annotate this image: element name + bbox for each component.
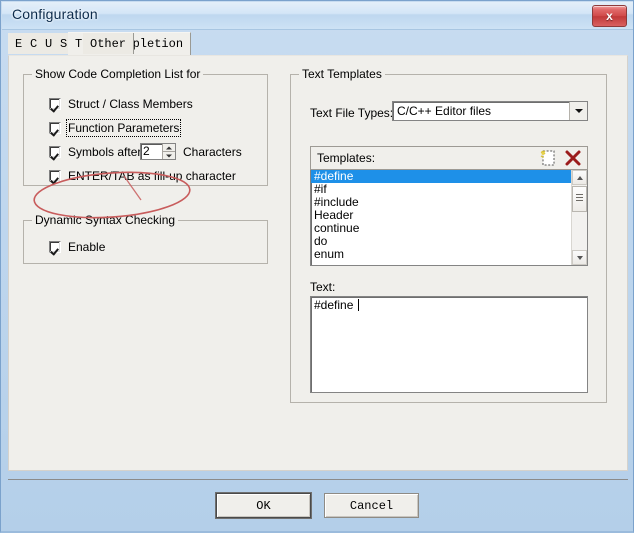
- new-template-icon[interactable]: [537, 148, 559, 168]
- tab-other[interactable]: Other: [83, 33, 134, 54]
- checkbox-struct-class-members[interactable]: Struct / Class Members: [49, 97, 193, 111]
- text-file-types-label: Text File Types:: [310, 106, 393, 120]
- templates-label: Templates:: [317, 151, 537, 165]
- text-caret: [358, 299, 359, 311]
- checkbox-box[interactable]: [49, 122, 61, 134]
- cancel-button[interactable]: Cancel: [324, 493, 419, 518]
- group-title: Show Code Completion List for: [32, 68, 203, 81]
- template-text-editor[interactable]: #define: [310, 296, 588, 393]
- combobox-value: C/C++ Editor files: [393, 104, 569, 118]
- spinner-suffix-label: Characters: [183, 145, 242, 159]
- list-item[interactable]: continue: [311, 222, 571, 235]
- group-title: Dynamic Syntax Checking: [32, 214, 178, 227]
- checkbox-label: Symbols after: [68, 145, 141, 159]
- tab-page-text-completion: Show Code Completion List for Struct / C…: [8, 55, 628, 471]
- group-text-templates: Text Templates Text File Types: C/C++ Ed…: [290, 68, 607, 403]
- text-label: Text:: [310, 280, 335, 294]
- checkbox-function-parameters[interactable]: Function Parameters: [49, 121, 179, 135]
- checkbox-label: Struct / Class Members: [68, 97, 193, 111]
- group-dynamic-syntax-checking: Dynamic Syntax Checking Enable: [23, 214, 268, 264]
- group-show-code-completion: Show Code Completion List for Struct / C…: [23, 68, 268, 186]
- spinner-value[interactable]: 2: [141, 144, 162, 159]
- checkbox-symbols-after[interactable]: Symbols after: [49, 145, 141, 159]
- text-file-types-combobox[interactable]: C/C++ Editor files: [392, 101, 588, 121]
- window-title: Configuration: [12, 6, 98, 22]
- checkbox-box[interactable]: [49, 98, 61, 110]
- checkbox-label: Enable: [68, 240, 105, 254]
- templates-scrollbar[interactable]: [571, 170, 587, 265]
- scroll-down-icon[interactable]: [572, 250, 587, 265]
- group-title: Text Templates: [299, 68, 385, 81]
- template-text-line: #define: [311, 297, 587, 312]
- checkbox-box[interactable]: [49, 170, 61, 182]
- checkbox-enter-tab-fillup[interactable]: ENTER/TAB as fill-up character: [49, 169, 236, 183]
- title-bar: Configuration x: [2, 2, 633, 30]
- spinner-up-icon[interactable]: [162, 144, 175, 152]
- checkbox-label: Function Parameters: [68, 121, 179, 135]
- checkbox-box[interactable]: [49, 241, 61, 253]
- template-text-value: #define: [314, 298, 357, 312]
- chevron-down-icon[interactable]: [569, 102, 587, 120]
- list-item[interactable]: #define: [311, 170, 571, 183]
- tab-strip: EditorColors & FontsUser KeywordsShortcu…: [8, 33, 628, 55]
- templates-toolbar: Templates:: [310, 146, 588, 170]
- list-item[interactable]: enum: [311, 248, 571, 261]
- spinner-buttons: [162, 144, 175, 159]
- checkbox-label: ENTER/TAB as fill-up character: [68, 169, 236, 183]
- footer-separator: [8, 479, 628, 480]
- spinner-down-icon[interactable]: [162, 152, 175, 159]
- list-item[interactable]: do: [311, 235, 571, 248]
- checkbox-box[interactable]: [49, 146, 61, 158]
- templates-items: #define#if#includeHeadercontinuedoenum: [311, 170, 571, 265]
- configuration-dialog: Configuration x EditorColors & FontsUser…: [0, 0, 634, 533]
- scrollbar-thumb[interactable]: [572, 186, 587, 212]
- scroll-up-icon[interactable]: [572, 170, 587, 185]
- close-icon: x: [593, 6, 626, 26]
- ok-button[interactable]: OK: [216, 493, 311, 518]
- templates-listbox[interactable]: #define#if#includeHeadercontinuedoenum: [310, 170, 588, 266]
- symbols-after-spinner[interactable]: 2: [140, 143, 176, 160]
- close-button[interactable]: x: [592, 5, 627, 27]
- delete-template-icon[interactable]: [562, 148, 584, 168]
- checkbox-enable-syntax-checking[interactable]: Enable: [49, 240, 105, 254]
